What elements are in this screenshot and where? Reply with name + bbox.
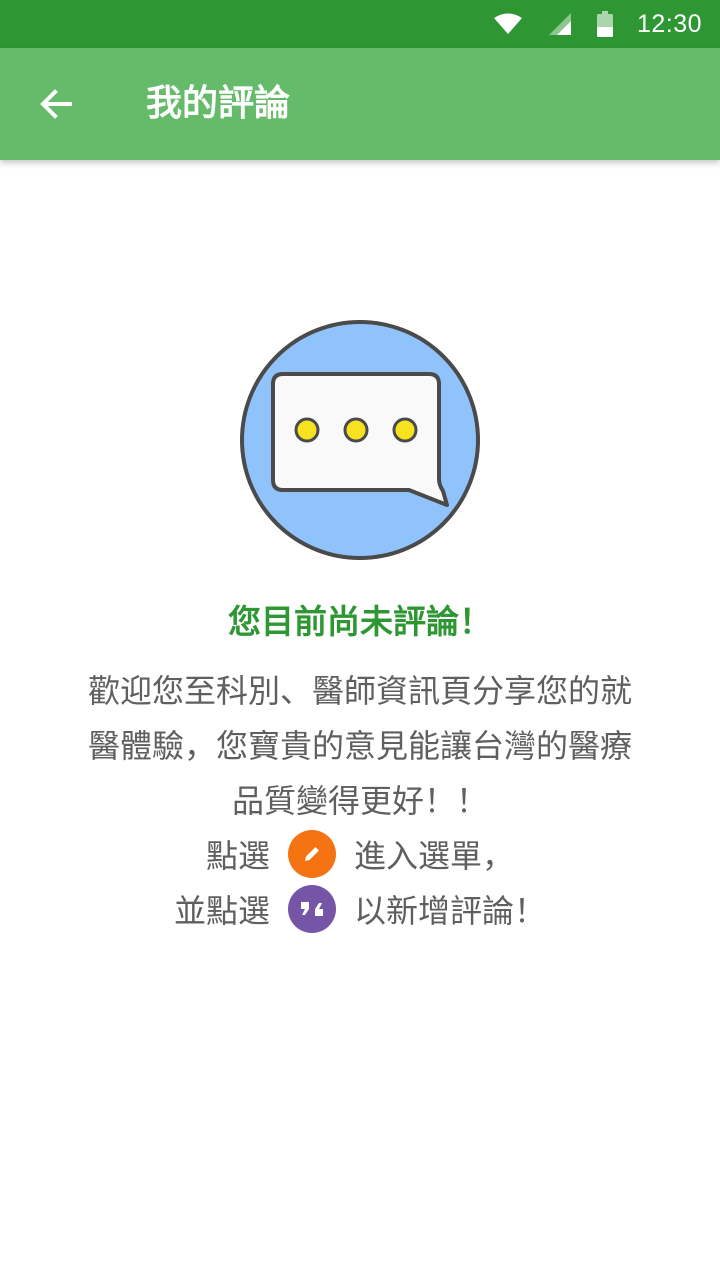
status-bar: 12:30	[0, 0, 720, 48]
back-button[interactable]	[28, 76, 84, 132]
cell-signal-icon	[547, 12, 573, 36]
wifi-icon	[493, 13, 523, 35]
chat-bubble-icon	[240, 320, 480, 560]
description-line: 醫體驗，您寶貴的意見能讓台灣的醫療	[87, 727, 632, 765]
arrow-left-icon	[40, 89, 72, 119]
description-line: 品質變得更好！！	[231, 782, 488, 820]
empty-state-description: 歡迎您至科別、醫師資訊頁分享您的就 醫體驗，您寶貴的意見能讓台灣的醫療 品質變得…	[40, 664, 680, 829]
status-icons: 12:30	[493, 0, 702, 48]
hint-prefix: 並點選	[173, 892, 270, 930]
quote-icon	[288, 885, 336, 933]
status-time: 12:30	[636, 9, 702, 38]
empty-state-title: 您目前尚未評論！	[228, 602, 492, 641]
page-title: 我的評論	[146, 83, 291, 124]
hint-line-add-review: 並點選 以新增評論！	[0, 881, 720, 937]
description-line: 歡迎您至科別、醫師資訊頁分享您的就	[87, 672, 632, 710]
hint-prefix: 點選	[205, 837, 270, 875]
app-bar: 我的評論	[0, 48, 720, 160]
hint-suffix: 進入選單，	[354, 837, 515, 875]
hint-line-menu: 點選 進入選單，	[0, 826, 720, 882]
pencil-icon	[288, 830, 336, 878]
battery-icon	[596, 11, 613, 37]
hint-suffix: 以新增評論！	[354, 892, 547, 930]
